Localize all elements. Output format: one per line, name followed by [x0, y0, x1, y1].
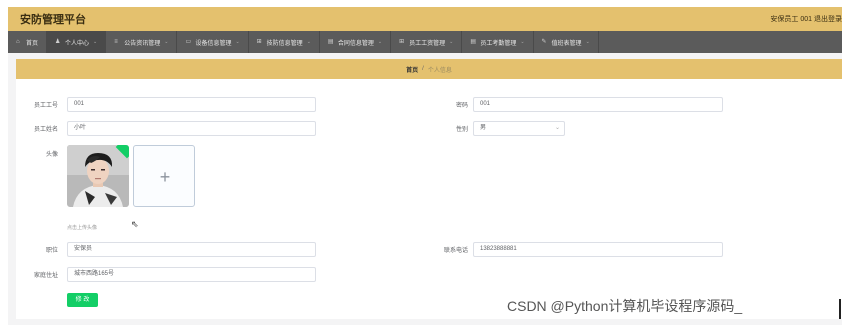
avatar-upload-tip: 点击上传头像: [67, 225, 98, 231]
top-nav-menu: ⌂ 首页 ♟ 个人中心 ⌄ ≡ 公告资讯管理 ⌄ ▭ 设备信息管理 ⌄ ⊞ 技防…: [8, 31, 842, 53]
doc-icon: ▤: [470, 39, 476, 45]
doc-icon: ▤: [327, 39, 334, 45]
nav-item-tech-defense[interactable]: ⊞ 技防信息管理 ⌄: [249, 31, 320, 53]
chevron-down-icon: ⌄: [520, 39, 525, 45]
main-content: 首页 / 个人信息 员工工号 001 密码 001 员工姓名 小叶 性别 男 ⌄…: [8, 53, 842, 325]
nav-item-label: 员工考勤管理: [480, 40, 517, 47]
avatar-photo: [67, 145, 129, 207]
address-field[interactable]: 城市西路165号: [67, 267, 316, 282]
scrollbar[interactable]: [839, 299, 841, 319]
tool-icon: ✎: [541, 39, 547, 45]
home-icon: ⌂: [16, 39, 20, 45]
nav-item-announcements[interactable]: ≡ 公告资讯管理 ⌄: [106, 31, 178, 53]
breadcrumb: 首页 / 个人信息: [16, 59, 842, 79]
chevron-down-icon: ⌄: [93, 39, 98, 45]
user-icon: ♟: [55, 39, 61, 45]
avatar-label: 头像: [45, 152, 58, 158]
employee-no-field[interactable]: 001: [67, 97, 316, 112]
password-field[interactable]: 001: [473, 97, 723, 112]
nav-item-label: 设备信息管理: [195, 40, 232, 47]
chevron-down-icon: ⌄: [164, 39, 169, 45]
chevron-down-icon: ⌄: [377, 39, 383, 45]
phone-label: 联系电话: [443, 248, 468, 254]
watermark: CSDN @Python计算机毕设程序源码_: [507, 298, 743, 314]
nav-item-duty-roster[interactable]: ✎ 值班表管理 ⌄: [534, 31, 599, 53]
password-label: 密码: [455, 103, 468, 109]
grid-icon: ⊞: [399, 39, 405, 45]
nav-item-equipment[interactable]: ▭ 设备信息管理 ⌄: [177, 31, 249, 53]
nav-item-label: 个人中心: [65, 40, 90, 47]
avatar-image[interactable]: [67, 145, 129, 207]
employee-name-field[interactable]: 小叶: [67, 121, 316, 136]
grid-icon: ⊞: [256, 39, 262, 45]
nav-item-label: 值班表管理: [551, 40, 582, 47]
chevron-down-icon: ⌄: [585, 39, 590, 45]
position-label: 职位: [45, 248, 58, 254]
chevron-down-icon: ⌄: [554, 125, 560, 131]
breadcrumb-current: 个人信息: [427, 67, 452, 74]
chevron-down-icon: ⌄: [306, 39, 311, 45]
chevron-down-icon: ⌄: [449, 39, 454, 45]
nav-item-attendance[interactable]: ▤ 员工考勤管理 ⌄: [462, 31, 534, 53]
top-header: 安防管理平台 安保员工 001 退出登录: [8, 7, 842, 31]
nav-item-label: 合同信息管理: [337, 40, 374, 47]
logout-link[interactable]: 退出登录: [814, 14, 842, 24]
nav-item-label: 技防信息管理: [266, 40, 303, 47]
position-field[interactable]: 安保员: [67, 242, 316, 257]
nav-item-profile[interactable]: ♟ 个人中心 ⌄: [47, 31, 107, 53]
app-title: 安防管理平台: [20, 14, 86, 26]
phone-field[interactable]: 13823888881: [473, 242, 723, 257]
employee-name-label: 员工姓名: [33, 127, 58, 133]
list-icon: ≡: [114, 39, 118, 45]
mouse-cursor-icon: ⇖: [131, 219, 139, 229]
nav-item-salary[interactable]: ⊞ 员工工资管理 ⌄: [391, 31, 463, 53]
avatar-upload-button[interactable]: +: [133, 145, 195, 207]
chat-icon: ▭: [185, 39, 192, 45]
employee-no-label: 员工工号: [33, 103, 58, 109]
breadcrumb-home[interactable]: 首页: [406, 65, 418, 74]
breadcrumb-separator: /: [422, 66, 424, 72]
submit-button[interactable]: 修 改: [67, 293, 98, 307]
nav-item-contracts[interactable]: ▤ 合同信息管理 ⌄: [320, 31, 392, 53]
nav-item-home[interactable]: ⌂ 首页: [8, 31, 48, 53]
gender-label: 性别: [455, 127, 468, 133]
nav-item-label: 公告资讯管理: [124, 40, 161, 47]
address-label: 家庭住址: [33, 273, 58, 279]
chevron-down-icon: ⌄: [235, 39, 240, 45]
gender-select[interactable]: 男 ⌄: [473, 121, 565, 136]
profile-card: 首页 / 个人信息 员工工号 001 密码 001 员工姓名 小叶 性别 男 ⌄…: [16, 59, 842, 319]
gender-value: 男: [480, 125, 487, 131]
nav-item-label: 首页: [26, 40, 39, 47]
plus-icon: +: [159, 167, 171, 187]
user-info: 安保员工 001: [770, 16, 812, 23]
nav-item-label: 员工工资管理: [409, 40, 446, 47]
